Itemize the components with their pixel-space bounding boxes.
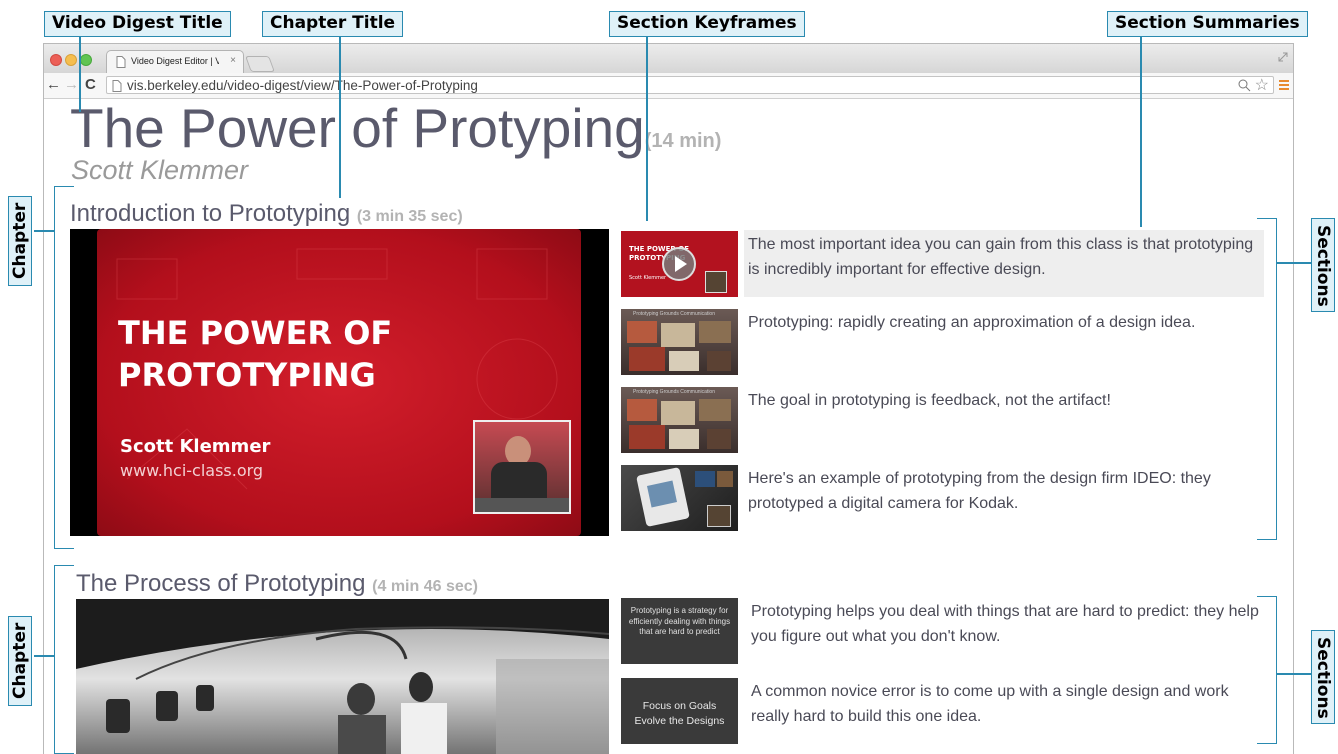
browser-tab[interactable]: Video Digest Editor | Video ×: [106, 50, 244, 73]
chapter-2-video-frame[interactable]: [76, 599, 609, 754]
sections-1-bracket-leader: [1277, 262, 1311, 264]
reload-icon[interactable]: C: [85, 76, 96, 94]
video-digest-title-callout: Video Digest Title: [44, 11, 231, 37]
keyframe-5-text: Prototyping is a strategy for efficientl…: [628, 606, 731, 636]
url-text[interactable]: vis.berkeley.edu/video-digest/view/The-P…: [127, 77, 478, 94]
keyframe-6-line1: Focus on Goals: [642, 700, 717, 712]
fullscreen-icon[interactable]: [1277, 51, 1289, 63]
sections-2-bracket: [1257, 596, 1277, 744]
chapter-1-bracket: [54, 186, 74, 549]
section-summaries-leader: [1140, 37, 1142, 227]
sections-1-bracket: [1257, 218, 1277, 540]
minimize-window-button[interactable]: [65, 54, 77, 66]
star-icon[interactable]: ☆: [1255, 75, 1269, 95]
section-5-summary[interactable]: Prototyping helps you deal with things t…: [751, 599, 1261, 649]
section-keyframes-callout: Section Keyframes: [609, 11, 805, 37]
menu-icon[interactable]: [1279, 80, 1289, 90]
keyframe-5[interactable]: Prototyping is a strategy for efficientl…: [621, 598, 738, 664]
chapter-2-title-text: The Process of Prototyping: [76, 570, 366, 597]
video-title-text: The Power of Protyping: [70, 97, 645, 159]
sections-2-bracket-leader: [1277, 673, 1311, 675]
sections-1-callout: Sections: [1311, 218, 1335, 312]
keyframe-1[interactable]: THE POWER OF PROTOTYPING Scott Klemmer: [621, 231, 738, 297]
video-duration: (14 min): [644, 130, 722, 152]
airplane-cabin-image: [76, 599, 609, 754]
chapter-2-title: The Process of Prototyping (4 min 46 sec…: [76, 569, 478, 602]
keyframe-3[interactable]: Prototyping Grounds Communication: [621, 387, 738, 453]
section-3-summary[interactable]: The goal in prototyping is feedback, not…: [748, 388, 1228, 413]
chapter-title-leader: [339, 37, 341, 198]
chapter-1-callout: Chapter: [8, 196, 32, 286]
keyframe-2-text: Prototyping Grounds Communication: [633, 311, 715, 317]
page-icon: [116, 56, 126, 68]
new-tab-button[interactable]: [245, 56, 275, 72]
page-content: The Power of Protyping(14 min) Scott Kle…: [44, 97, 1293, 754]
chapter-1-duration: (3 min 35 sec): [356, 208, 463, 225]
slide-website: www.hci-class.org: [120, 461, 264, 480]
chapter-title-callout: Chapter Title: [262, 11, 404, 37]
page-icon: [112, 80, 122, 92]
keyframe-1-sub: Scott Klemmer: [629, 275, 667, 281]
keyframe-1-inset: [705, 271, 727, 293]
keyframe-3-text: Prototyping Grounds Communication: [633, 389, 715, 395]
section-2-summary[interactable]: Prototyping: rapidly creating an approxi…: [748, 310, 1228, 335]
chapter-1-bracket-leader: [34, 230, 54, 232]
close-icon[interactable]: ×: [230, 55, 236, 66]
back-arrow-icon[interactable]: ←: [46, 76, 61, 94]
section-keyframes-leader: [646, 37, 648, 221]
tab-title: Video Digest Editor | Video: [131, 56, 219, 66]
zoom-window-button[interactable]: [80, 54, 92, 66]
browser-window: Video Digest Editor | Video × ← → C vis.…: [43, 43, 1294, 754]
sections-2-callout: Sections: [1311, 630, 1335, 724]
chapter-1-title: Introduction to Prototyping (3 min 35 se…: [70, 199, 463, 232]
chapter-2-bracket: [54, 565, 74, 754]
slide-heading-line2: PROTOTYPING: [118, 356, 376, 394]
section-4-summary[interactable]: Here's an example of prototyping from th…: [748, 466, 1248, 516]
section-1-summary[interactable]: The most important idea you can gain fro…: [744, 230, 1264, 297]
play-icon[interactable]: [662, 247, 696, 281]
keyframe-6-line2: Evolve the Designs: [634, 715, 725, 727]
keyframe-2[interactable]: Prototyping Grounds Communication: [621, 309, 738, 375]
chapter-2-callout: Chapter: [8, 616, 32, 706]
section-6-summary[interactable]: A common novice error is to come up with…: [751, 679, 1261, 729]
video-digest-title-leader: [79, 37, 81, 112]
forward-arrow-icon[interactable]: →: [64, 76, 79, 94]
address-bar[interactable]: vis.berkeley.edu/video-digest/view/The-P…: [106, 76, 1274, 94]
title-bar: Video Digest Editor | Video ×: [44, 44, 1293, 74]
section-summaries-callout: Section Summaries: [1107, 11, 1308, 37]
presenter-video-inset: [473, 420, 571, 514]
video-author: Scott Klemmer: [71, 155, 249, 185]
keyframe-4[interactable]: [621, 465, 738, 531]
chapter-2-duration: (4 min 46 sec): [372, 578, 478, 595]
chapter-2-bracket-leader: [34, 655, 54, 657]
chapter-1-video-frame[interactable]: THE POWER OF PROTOTYPING Scott Klemmer w…: [70, 229, 609, 536]
slide-presenter: Scott Klemmer: [120, 436, 271, 457]
zoom-icon[interactable]: [1238, 79, 1251, 92]
slide-heading-line1: THE POWER OF: [118, 314, 393, 352]
chapter-1-title-text: Introduction to Prototyping: [70, 200, 351, 227]
keyframe-6[interactable]: Focus on Goals Evolve the Designs: [621, 678, 738, 744]
close-window-button[interactable]: [50, 54, 62, 66]
